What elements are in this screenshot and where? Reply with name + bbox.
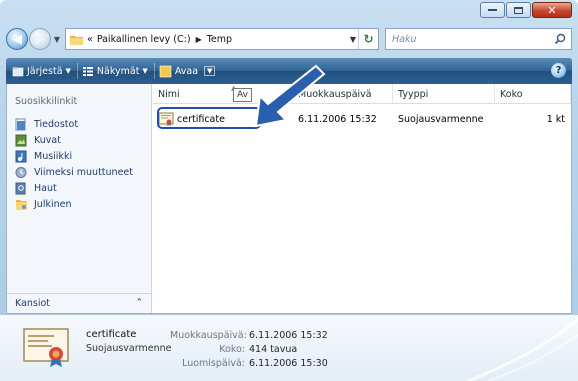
pictures-icon [15, 134, 29, 147]
details-modified-value: 6.11.2006 15:32 [249, 330, 328, 341]
address-bar[interactable]: « Paikallinen levy (C:) ▶ Temp ▼ ↻ [65, 28, 379, 50]
details-created-value: 6.11.2006 15:30 [249, 358, 328, 369]
music-icon [15, 150, 29, 163]
search-placeholder: Haku [392, 33, 417, 45]
open-button[interactable]: Avaa ▼ [159, 65, 216, 78]
explorer-window: ✕ ◀ ▶ ▼ « Paikallinen levy (C:) ▶ Temp ▼… [0, 0, 578, 381]
documents-icon [15, 118, 29, 131]
folders-label: Kansiot [15, 298, 51, 309]
favorite-link-pictures[interactable]: Kuvat [15, 132, 133, 148]
column-header-modified[interactable]: Muokkauspäivä [293, 84, 393, 104]
file-name[interactable]: certificate [177, 114, 225, 125]
refresh-button[interactable]: ↻ [358, 29, 378, 49]
folders-toggle[interactable]: Kansiot ⌃ [7, 293, 151, 313]
organize-label: Järjestä [27, 65, 63, 77]
details-created-label: Luomispäivä: [182, 358, 245, 369]
column-header-label: Muokkauspäivä [298, 88, 372, 100]
details-pane: certificate Suojausvarmenne Muokkauspäiv… [0, 314, 578, 381]
details-modified-label: Muokkauspäivä: [170, 330, 247, 341]
column-header-row: Nimi ▲ Muokkauspäivä Tyyppi Koko [153, 84, 571, 104]
back-arrow-icon: ◀ [12, 31, 22, 47]
folder-icon [70, 35, 83, 45]
open-label: Avaa [174, 65, 199, 77]
views-button[interactable]: Näkymät ▼ [82, 66, 148, 77]
address-row: ◀ ▶ ▼ « Paikallinen levy (C:) ▶ Temp ▼ ↻… [6, 26, 572, 52]
favorite-link-label: Tiedostot [34, 118, 79, 130]
favorite-link-recently-changed[interactable]: Viimeksi muuttuneet [15, 164, 133, 180]
views-dropdown-icon: ▼ [142, 67, 148, 75]
decorative-swoosh [467, 317, 578, 381]
file-type: Suojausvarmenne [398, 113, 484, 125]
file-modified: 6.11.2006 15:32 [298, 113, 377, 125]
back-button[interactable]: ◀ [6, 28, 28, 50]
breadcrumb-separator-icon[interactable]: ▶ [196, 35, 202, 44]
details-size-value: 414 tavua [249, 344, 298, 355]
favorite-link-label: Viimeksi muuttuneet [34, 166, 133, 178]
searches-icon [15, 182, 29, 195]
certificate-file-icon [158, 112, 174, 126]
details-size-label: Koko: [219, 344, 245, 355]
views-label: Näkymät [96, 65, 140, 77]
favorite-link-label: Haut [34, 182, 57, 194]
address-segment-folder[interactable]: Temp [207, 34, 232, 45]
chevron-up-icon: ⌃ [135, 298, 143, 308]
favorite-link-searches[interactable]: Haut [15, 180, 133, 196]
certificate-thumbnail-icon [23, 328, 69, 367]
file-list-pane: Nimi ▲ Muokkauspäivä Tyyppi Koko Av [153, 84, 571, 313]
favorite-link-documents[interactable]: Tiedostot [15, 116, 133, 132]
file-name-cell[interactable]: certificate [153, 107, 293, 129]
column-header-label: Tyyppi [398, 88, 429, 100]
command-toolbar: Järjestä ▼ Näkymät ▼ Avaa ▼ ? [6, 58, 572, 84]
open-dropdown-icon[interactable]: ▼ [204, 66, 216, 76]
search-icon[interactable] [554, 33, 566, 45]
forward-button[interactable]: ▶ [29, 28, 51, 50]
address-dropdown-icon[interactable]: ▼ [350, 35, 356, 44]
recently-changed-icon [15, 166, 29, 179]
organize-button[interactable]: Järjestä ▼ [12, 66, 71, 77]
file-row[interactable]: certificate 6.11.2006 15:32 Suojausvarme… [153, 107, 571, 129]
caption-buttons: ✕ [479, 2, 572, 18]
favorite-link-music[interactable]: Musiikki [15, 148, 133, 164]
maximize-button[interactable] [506, 2, 531, 18]
favorites-heading: Suosikkilinkit [15, 96, 78, 107]
close-icon: ✕ [547, 3, 557, 17]
column-header-name[interactable]: Nimi ▲ [153, 84, 293, 104]
minimize-icon [488, 9, 497, 11]
details-labels: Muokkauspäivä: Koko: Luomispäivä: [170, 329, 247, 371]
content-area: Suosikkilinkit Tiedostot Kuvat Musiikki … [6, 84, 572, 314]
refresh-icon: ↻ [363, 32, 374, 46]
favorite-link-public[interactable]: Julkinen [15, 196, 133, 212]
favorite-link-label: Julkinen [34, 198, 72, 210]
details-values: 6.11.2006 15:32 414 tavua 6.11.2006 15:3… [249, 329, 328, 371]
details-file-name: certificate [86, 329, 137, 340]
navigation-pane: Suosikkilinkit Tiedostot Kuvat Musiikki … [7, 84, 152, 313]
address-segment-drive[interactable]: Paikallinen levy (C:) [97, 34, 191, 45]
details-file-type: Suojausvarmenne [86, 343, 172, 354]
organize-dropdown-icon: ▼ [65, 67, 71, 75]
favorite-links-list: Tiedostot Kuvat Musiikki Viimeksi muuttu… [15, 116, 133, 212]
toolbar-divider [76, 63, 78, 79]
column-header-type[interactable]: Tyyppi [393, 84, 495, 104]
views-icon [82, 66, 93, 76]
search-input[interactable]: Haku [385, 28, 572, 50]
maximize-icon [514, 6, 523, 14]
recent-pages-dropdown[interactable]: ▼ [51, 35, 63, 44]
toolbar-divider [153, 63, 155, 79]
public-folder-icon [15, 198, 29, 211]
forward-arrow-icon: ▶ [35, 31, 45, 47]
column-header-size[interactable]: Koko [495, 84, 571, 104]
favorite-link-label: Musiikki [34, 150, 73, 162]
address-overflow[interactable]: « [87, 34, 93, 45]
file-size: 1 kt [546, 113, 565, 125]
open-icon [159, 65, 172, 77]
organize-icon [12, 66, 24, 76]
close-button[interactable]: ✕ [532, 2, 572, 18]
column-header-label: Nimi [158, 88, 180, 100]
favorite-link-label: Kuvat [34, 134, 61, 146]
help-icon[interactable]: ? [551, 63, 566, 78]
tooltip: Av [233, 88, 252, 102]
minimize-button[interactable] [480, 2, 505, 18]
column-header-label: Koko [500, 88, 523, 100]
